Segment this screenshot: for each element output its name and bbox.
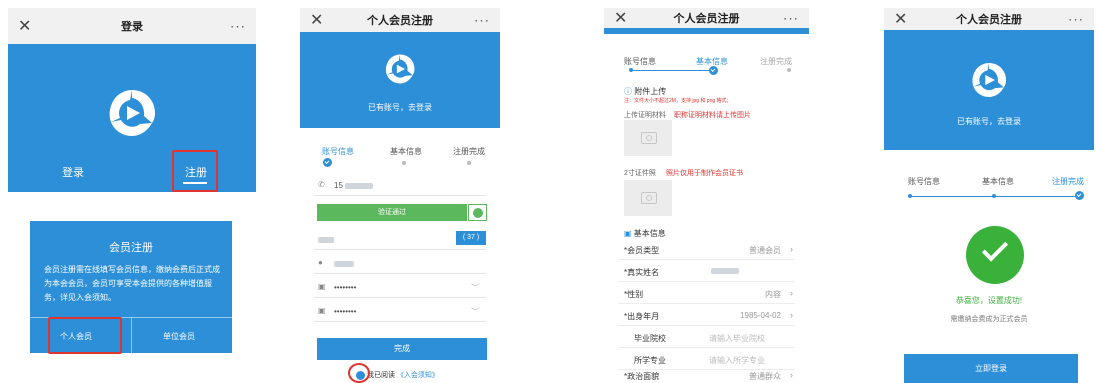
step-done: 注册完成 (453, 147, 485, 156)
lock-icon: ▣ (318, 306, 326, 315)
header-strip (604, 28, 809, 34)
page-title: 登录 (121, 21, 143, 33)
user-icon: ● (318, 258, 323, 267)
app-logo (972, 62, 1007, 98)
step-account-marker (323, 158, 332, 167)
sms-code-field[interactable]: ( 37 ) (314, 228, 486, 250)
member-type-row[interactable]: *会员类型 普通会员 › (618, 238, 795, 260)
eye-icon[interactable]: ︶ (471, 305, 480, 318)
page-title: 个人会员注册 (367, 15, 433, 27)
panel-register-step2: ✕ 个人会员注册 ··· 账号信息 基本信息 注册完成 ⓘ 附件上传 注：文件大… (604, 8, 809, 383)
step-basic: 基本信息 (390, 147, 422, 156)
attach-note: 注：文件大小不超过2M，支持 jpg 和 png 格式； (624, 98, 732, 104)
title-bar: ✕ 个人会员注册 ··· (884, 8, 1094, 30)
step-basic-marker (709, 66, 718, 75)
step-done: 注册完成 (760, 57, 792, 66)
step-done-marker (1075, 191, 1084, 200)
attach-heading: ⓘ 附件上传 (624, 87, 667, 96)
highlight-personal (48, 317, 122, 354)
step-progress-line (632, 70, 714, 71)
title-bar: ✕ 个人会员注册 ··· (604, 8, 809, 28)
chevron-right-icon: › (790, 244, 793, 254)
political-row[interactable]: *政治面貌 普通群众 › (618, 364, 795, 383)
step-account-marker (908, 194, 912, 198)
hero-banner: 已有账号，去登录 (300, 32, 500, 128)
title-bar: ✕ 登录 ··· (8, 8, 256, 44)
birth-row[interactable]: *出身年月 1985-04-02 › (618, 304, 795, 326)
agree-link[interactable]: 《入会须知》 (397, 372, 439, 379)
step-indicator: 账号信息 基本信息 注册完成 (884, 176, 1094, 192)
upload2-box[interactable] (624, 180, 672, 216)
panel-register-step1: ✕ 个人会员注册 ··· 已有账号，去登录 账号信息 基本信息 注册完成 ✆ 1… (300, 8, 500, 383)
panel-login: ✕ 登录 ··· 登录 注册 会员注册 会员注册需在线填写会员信息，缴纳会费后正… (8, 8, 256, 368)
step-account-marker (629, 68, 633, 72)
password-field[interactable]: ▣ •••••••• ︶ (314, 276, 486, 298)
more-icon[interactable]: ··· (474, 13, 490, 28)
confirm-password-field[interactable]: ▣ •••••••• ︶ (314, 300, 486, 322)
highlight-register (172, 150, 218, 192)
agree-text: 我已阅读 (366, 372, 395, 379)
app-logo (109, 90, 155, 136)
verify-slider[interactable]: 验证通过 (317, 204, 467, 221)
lock-icon: ▣ (318, 282, 326, 291)
upload1-label: 上传证明材料 (624, 112, 666, 119)
go-login-link[interactable]: 已有账号，去登录 (300, 102, 500, 113)
eye-icon[interactable]: ︶ (471, 281, 480, 294)
step-account: 账号信息 (624, 57, 656, 66)
hero-banner: 登录 注册 (8, 44, 256, 192)
more-icon[interactable]: ··· (783, 11, 799, 26)
phone-field[interactable]: ✆ 15 (314, 174, 486, 196)
success-icon (966, 226, 1024, 284)
upload2-hint: 照片仅用于制作会员证书 (666, 170, 743, 177)
step-done-marker (467, 161, 471, 165)
dialog-title: 会员注册 (109, 242, 153, 254)
info-icon: ⓘ (624, 87, 632, 96)
gender-row[interactable]: *性别 内容 › (618, 282, 795, 304)
chevron-right-icon: › (790, 288, 793, 298)
highlight-agree (348, 363, 370, 383)
checkbox-icon: ▣ (624, 229, 632, 238)
page-title: 个人会员注册 (673, 13, 740, 25)
hero-banner: 已有账号，去登录 (884, 30, 1094, 150)
step-account: 账号信息 (908, 177, 940, 186)
more-icon[interactable]: ··· (230, 19, 246, 34)
step-basic-marker (992, 194, 996, 198)
tab-login[interactable]: 登录 (62, 164, 84, 180)
chevron-right-icon: › (790, 370, 793, 380)
school-row[interactable]: 毕业院校 请输入毕业院校 (618, 326, 795, 348)
title-bar: ✕ 个人会员注册 ··· (300, 8, 500, 32)
real-name-row[interactable]: *真实姓名 (618, 260, 795, 282)
unit-member-button[interactable]: 单位会员 (163, 331, 195, 342)
app-logo (385, 54, 415, 84)
username-field[interactable]: ● (314, 252, 486, 274)
step-done-marker (787, 68, 791, 72)
submit-button[interactable]: 完成 (317, 338, 487, 360)
upload1-hint: 职称证明材料请上传图片 (674, 112, 751, 119)
upload2-label: 2寸证件照 (624, 170, 656, 177)
step-account: 账号信息 (322, 147, 354, 156)
more-icon[interactable]: ··· (1068, 12, 1084, 27)
dialog-vdivider (131, 317, 132, 353)
sms-countdown-button[interactable]: ( 37 ) (456, 231, 486, 245)
go-login-link[interactable]: 已有账号，去登录 (884, 116, 1094, 127)
panel-register-done: ✕ 个人会员注册 ··· 已有账号，去登录 账号信息 基本信息 注册完成 恭喜您… (884, 8, 1094, 383)
login-now-button[interactable]: 立即登录 (904, 354, 1078, 383)
step-basic: 基本信息 (982, 177, 1014, 186)
step-done: 注册完成 (1052, 177, 1084, 186)
success-sub: 需缴纳会费成为正式会员 (950, 316, 1028, 323)
dialog-text: 会员注册需在线填写会员信息，缴纳会费后正式成为本会会员，会员可享受本会提供的各种… (44, 265, 220, 302)
step-basic-marker (402, 161, 406, 165)
page-title: 个人会员注册 (956, 14, 1022, 26)
chevron-right-icon: › (790, 310, 793, 320)
phone-icon: ✆ (318, 180, 325, 189)
verify-ok-icon (468, 204, 487, 221)
upload1-box[interactable] (624, 120, 672, 156)
success-text: 恭喜您，设置成功! (955, 296, 1023, 305)
